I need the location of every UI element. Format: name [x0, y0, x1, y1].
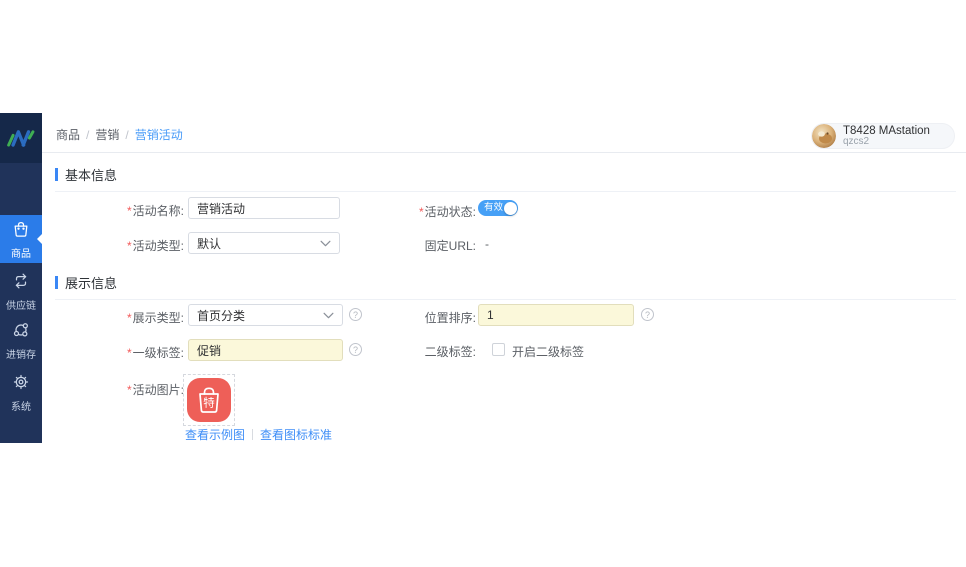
display-type-select[interactable]: 首页分类	[188, 304, 343, 326]
select-value: 默认	[197, 235, 221, 252]
section-title-text: 基本信息	[65, 165, 117, 184]
activity-type-label: *活动类型:	[44, 237, 184, 254]
sidebar-item-system[interactable]: 系统	[0, 368, 42, 416]
sidebar-item-label: 供应链	[6, 297, 36, 312]
user-meta: T8428 MAstation qzcs2	[843, 125, 930, 148]
view-icon-standard-link[interactable]: 查看图标标准	[260, 426, 332, 443]
toggle-on-label: 有效	[484, 200, 503, 216]
breadcrumb-separator: /	[86, 128, 89, 142]
breadcrumb-bar: 商品 / 营销 / 营销活动	[42, 113, 966, 153]
breadcrumb-item-current[interactable]: 营销活动	[135, 126, 183, 143]
user-subtitle: qzcs2	[843, 137, 930, 148]
secondary-tag-checkbox-label: 开启二级标签	[512, 343, 584, 360]
activity-status-label: *活动状态:	[382, 203, 476, 220]
required-mark: *	[127, 346, 132, 360]
exchange-arrows-icon	[11, 271, 31, 294]
activity-status-toggle[interactable]: 有效	[478, 200, 518, 216]
secondary-tag-checkbox[interactable]	[492, 343, 505, 356]
primary-tag-label: *一级标签:	[44, 344, 184, 361]
sidebar-item-supply-chain[interactable]: 供应链	[0, 267, 42, 315]
required-mark: *	[127, 204, 132, 218]
primary-tag-input[interactable]	[188, 339, 343, 361]
section-accent-bar	[55, 276, 58, 289]
share-nodes-icon	[11, 320, 31, 343]
app-window: 商品 供应链	[0, 113, 966, 443]
avatar	[812, 124, 836, 148]
sidebar-nav: 商品 供应链	[0, 163, 42, 443]
section-accent-bar	[55, 168, 58, 181]
sidebar-item-label: 商品	[11, 245, 31, 260]
shopping-bag-icon	[11, 219, 31, 242]
fixed-url-value: -	[485, 237, 489, 251]
section-basic-info: 基本信息	[55, 165, 956, 192]
image-links: 查看示例图 查看图标标准	[185, 426, 332, 443]
position-order-label: 位置排序:	[382, 309, 476, 326]
toggle-knob	[504, 202, 517, 215]
user-name: T8428 MAstation	[843, 125, 930, 137]
sidebar: 商品 供应链	[0, 113, 42, 443]
sidebar-item-goods[interactable]: 商品	[0, 215, 42, 263]
chevron-down-icon	[323, 312, 334, 319]
section-title-text: 展示信息	[65, 273, 117, 292]
sidebar-item-label: 系统	[11, 398, 31, 413]
user-chip[interactable]: T8428 MAstation qzcs2	[811, 123, 955, 149]
sidebar-item-label: 进销存	[6, 346, 36, 361]
select-value: 首页分类	[197, 307, 245, 324]
fixed-url-label: 固定URL:	[382, 237, 476, 254]
svg-text:特: 特	[203, 396, 215, 410]
link-divider	[252, 429, 253, 440]
required-mark: *	[127, 383, 132, 397]
activity-image-label: *活动图片:	[44, 381, 184, 398]
chevron-down-icon	[320, 240, 331, 247]
help-icon[interactable]: ?	[349, 308, 362, 321]
position-order-input[interactable]	[478, 304, 634, 326]
brand-logo[interactable]	[0, 113, 42, 163]
breadcrumb-item-goods[interactable]: 商品	[56, 126, 80, 143]
activity-type-select[interactable]: 默认	[188, 232, 340, 254]
breadcrumb-separator: /	[125, 128, 128, 142]
sidebar-item-inventory[interactable]: 进销存	[0, 316, 42, 364]
activity-name-label: *活动名称:	[44, 202, 184, 219]
gear-icon	[11, 372, 31, 395]
activity-image-upload[interactable]: 特	[183, 374, 235, 426]
breadcrumb-item-marketing[interactable]: 营销	[95, 126, 119, 143]
view-example-link[interactable]: 查看示例图	[185, 426, 245, 443]
breadcrumb: 商品 / 营销 / 营销活动	[56, 126, 183, 143]
activity-name-input[interactable]	[188, 197, 340, 219]
help-icon[interactable]: ?	[641, 308, 654, 321]
required-mark: *	[127, 311, 132, 325]
section-display-info: 展示信息	[55, 273, 956, 300]
promo-badge-icon: 特	[187, 378, 231, 422]
required-mark: *	[419, 205, 424, 219]
brand-logo-icon	[6, 127, 36, 149]
secondary-tag-label: 二级标签:	[382, 343, 476, 360]
help-icon[interactable]: ?	[349, 343, 362, 356]
main-content: 商品 / 营销 / 营销活动	[42, 113, 966, 443]
display-type-label: *展示类型:	[44, 309, 184, 326]
required-mark: *	[127, 239, 132, 253]
